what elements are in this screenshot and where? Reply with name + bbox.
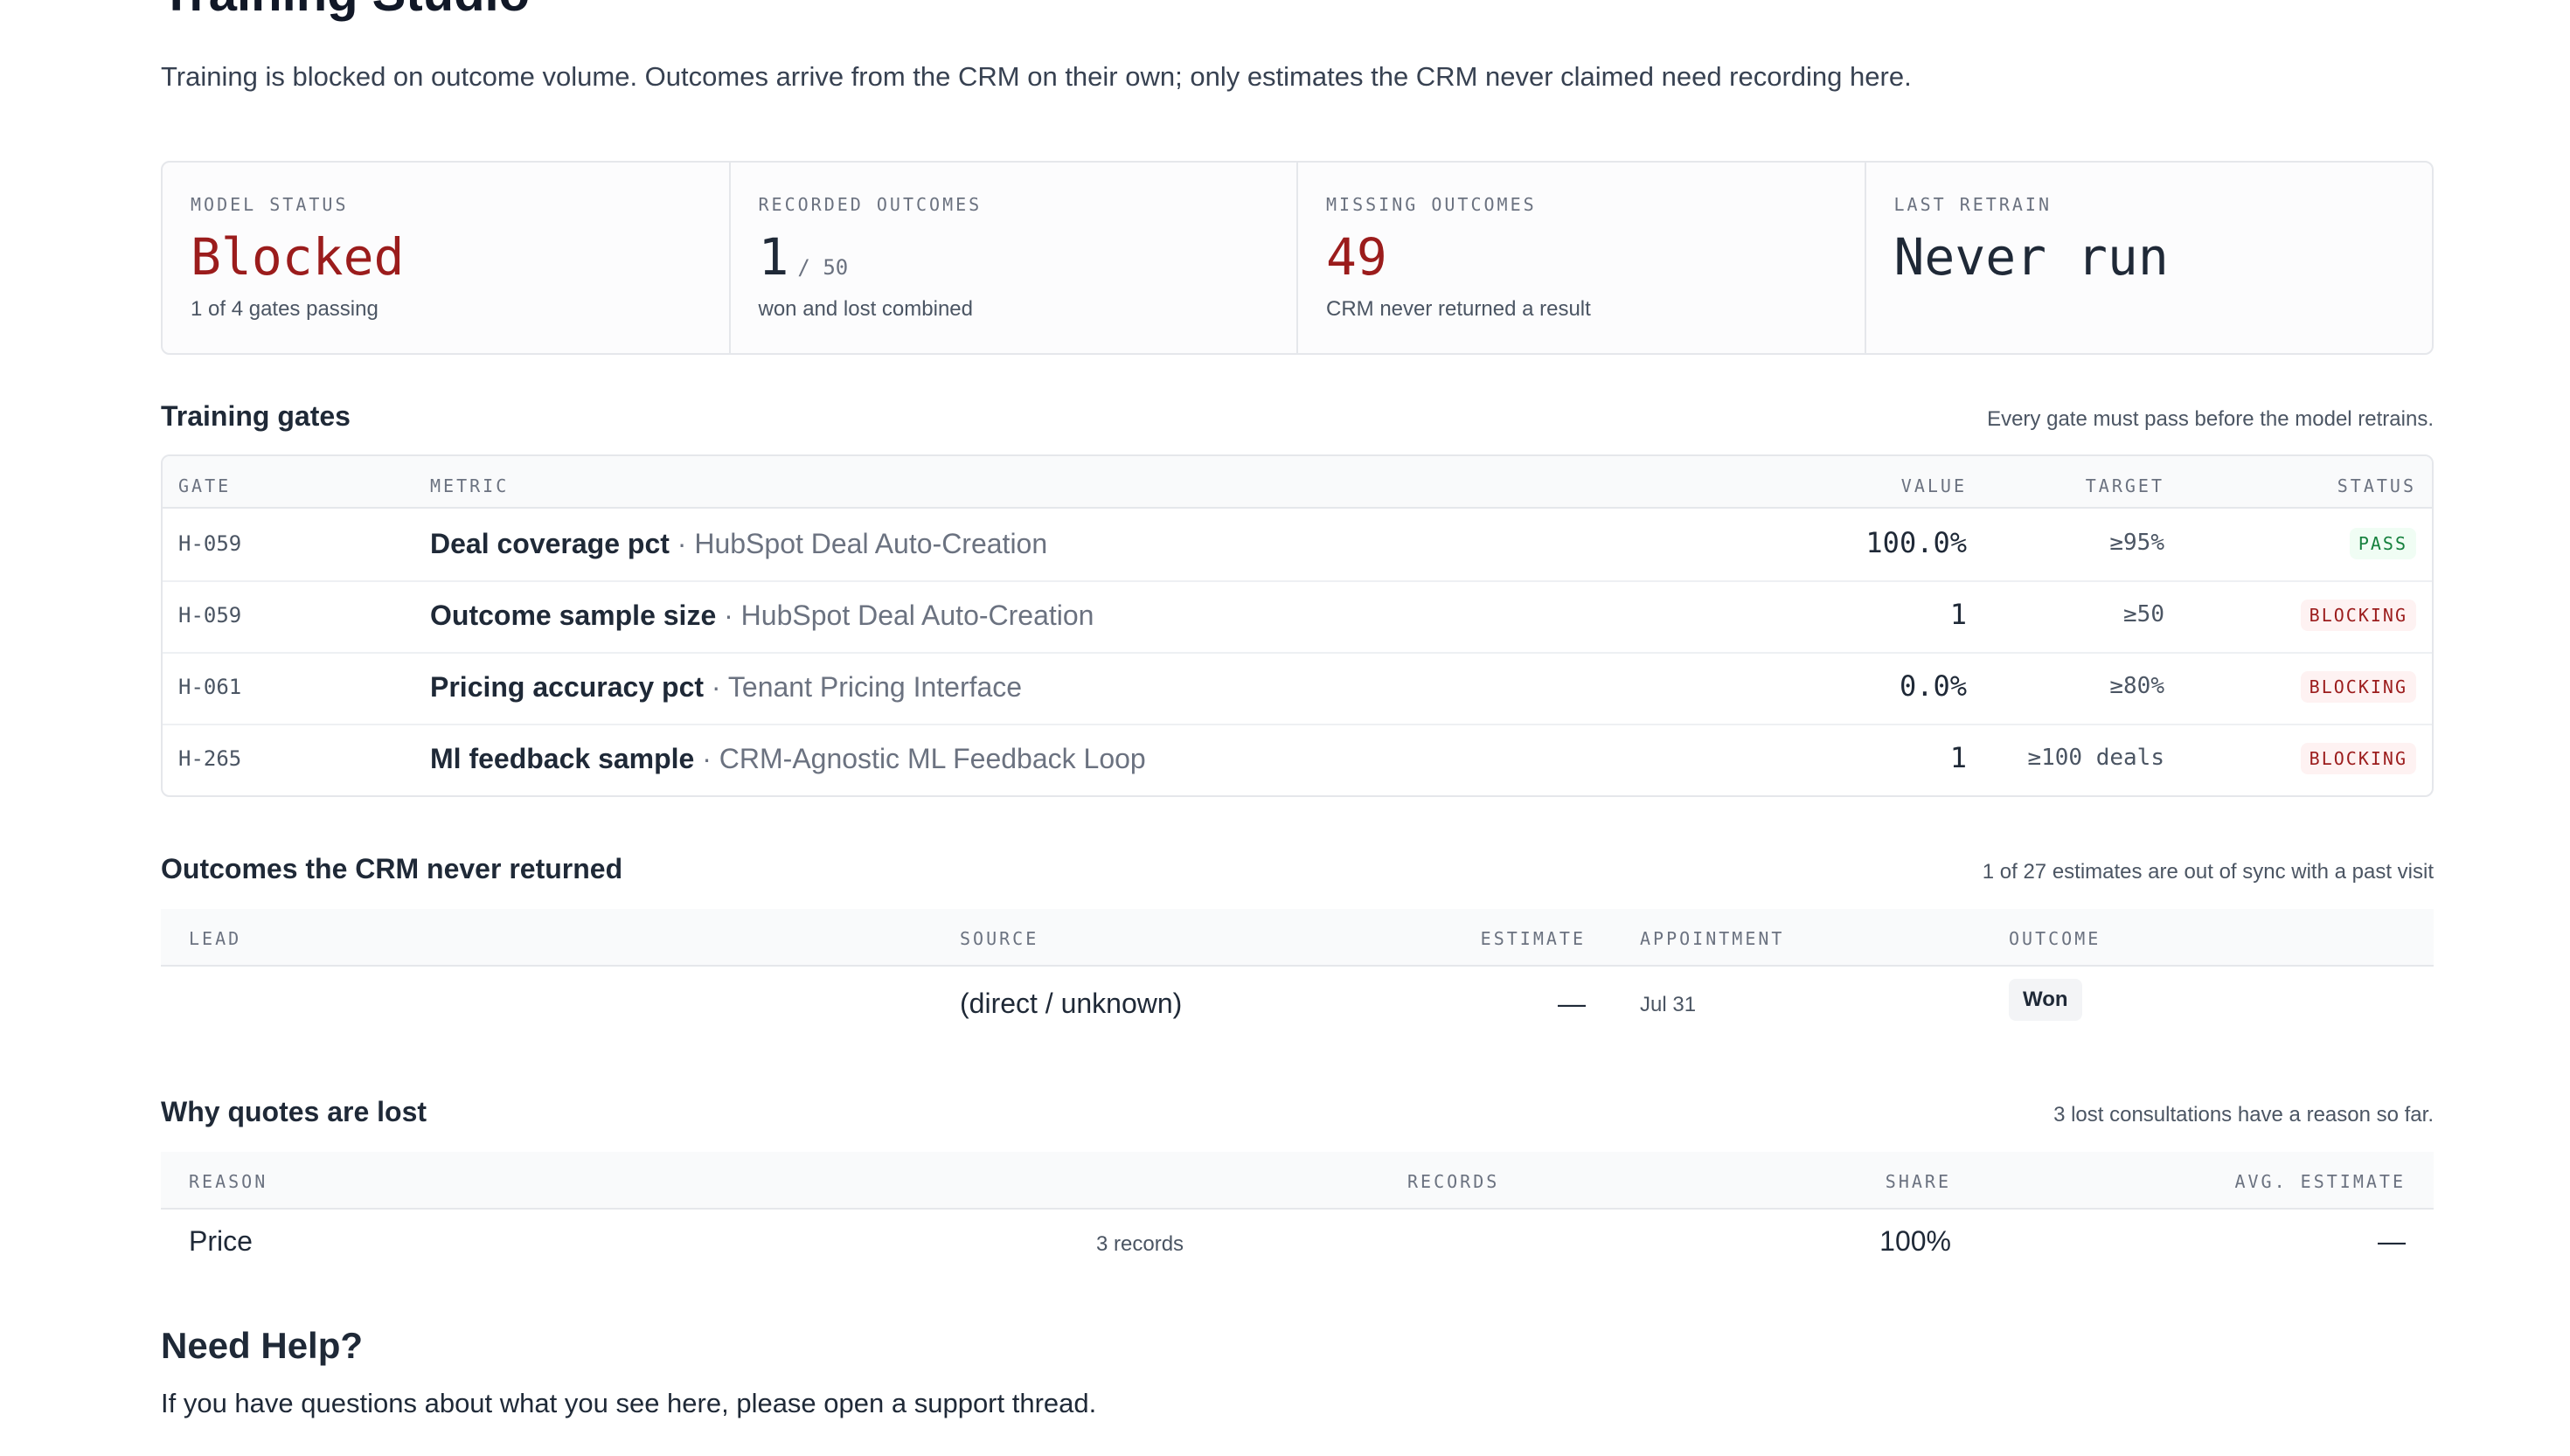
metric-source: · Tenant Pricing Interface — [711, 671, 1023, 703]
status-badge: BLOCKING — [2300, 671, 2416, 703]
gate-id: H-061 — [178, 675, 242, 699]
col-outcome: OUTCOME — [2009, 928, 2101, 949]
gate-metric: Outcome sample size · HubSpot Deal Auto-… — [430, 600, 1094, 632]
lead-source: (direct / unknown) — [960, 988, 1183, 1019]
page-title: Training Studio — [161, 0, 530, 19]
kpi-value: 1 / 50 — [759, 229, 849, 295]
reasons-section-note: 3 lost consultations have a reason so fa… — [2053, 1103, 2434, 1127]
estimate-value: — — [1558, 988, 1586, 1019]
gates-section-title: Training gates — [161, 400, 351, 432]
gate-value: 1 — [1949, 598, 1967, 631]
appointment-date: Jul 31 — [1640, 993, 1697, 1016]
col-metric: METRIC — [430, 475, 510, 496]
training-studio-page: Training Studio Training is blocked on o… — [0, 0, 2570, 1456]
kpi-value-text: 49 — [1326, 227, 1387, 287]
metric-source: · CRM-Agnostic ML Feedback Loop — [702, 743, 1146, 774]
col-status: STATUS — [2337, 475, 2416, 496]
metric-name: Pricing accuracy pct — [430, 671, 705, 703]
kpi-subtext: CRM never returned a result — [1326, 297, 1591, 321]
gate-id: H-059 — [178, 531, 242, 556]
kpi-cards: MODEL STATUS Blocked 1 of 4 gates passin… — [161, 161, 2434, 355]
metric-source: · HubSpot Deal Auto-Creation — [677, 528, 1048, 559]
col-value: VALUE — [1900, 475, 1967, 496]
outcome-won-button[interactable]: Won — [2009, 979, 2082, 1021]
gate-value: 0.0% — [1899, 669, 1967, 703]
status-badge: BLOCKING — [2300, 743, 2416, 774]
help-text: If you have questions about what you see… — [161, 1388, 1097, 1418]
col-records: RECORDS — [1407, 1171, 1500, 1192]
kpi-unit: / 50 — [797, 255, 849, 280]
col-reason: REASON — [189, 1171, 268, 1192]
reason-name: Price — [189, 1225, 253, 1257]
kpi-value-text: Blocked — [191, 227, 405, 287]
col-gate: GATE — [178, 475, 232, 496]
reason-share: 100% — [1879, 1225, 1951, 1257]
gate-target: ≥100 deals — [2027, 745, 2164, 771]
metric-source: · HubSpot Deal Auto-Creation — [724, 600, 1094, 631]
gate-value: 1 — [1949, 741, 1967, 774]
col-lead: LEAD — [189, 928, 242, 949]
gate-value: 100.0% — [1865, 526, 1967, 559]
kpi-missing-outcomes: MISSING OUTCOMES 49 CRM never returned a… — [1298, 163, 1866, 353]
col-avg-estimate: AVG. ESTIMATE — [2234, 1171, 2406, 1192]
reason-avg-estimate: — — [2378, 1225, 2406, 1257]
kpi-value: Blocked — [191, 229, 404, 285]
table-row[interactable]: (direct / unknown) — Jul 31 Won — [161, 967, 2434, 1040]
kpi-subtext: won and lost combined — [758, 297, 973, 321]
table-row[interactable]: H-061 Pricing accuracy pct · Tenant Pric… — [163, 652, 2432, 725]
gates-table-header: GATE METRIC VALUE TARGET STATUS — [163, 456, 2432, 509]
gate-metric: Ml feedback sample · CRM-Agnostic ML Fee… — [430, 743, 1146, 775]
gate-target: ≥50 — [2123, 601, 2164, 627]
reasons-section-title: Why quotes are lost — [161, 1096, 427, 1127]
kpi-last-retrain: LAST RETRAIN Never run — [1866, 163, 2433, 353]
metric-name: Deal coverage pct — [430, 528, 670, 559]
help-title: Need Help? — [161, 1325, 364, 1366]
outcomes-table-header: LEAD SOURCE ESTIMATE APPOINTMENT OUTCOME — [161, 909, 2434, 967]
kpi-value: 49 — [1326, 229, 1387, 285]
outcomes-section-title: Outcomes the CRM never returned — [161, 853, 623, 884]
table-row: Price 3 records 100% — — [161, 1210, 2434, 1283]
kpi-value-text: 1 — [758, 227, 789, 287]
col-estimate: ESTIMATE — [1480, 928, 1586, 949]
col-appointment: APPOINTMENT — [1640, 928, 1785, 949]
status-badge: PASS — [2349, 528, 2416, 559]
gate-metric: Pricing accuracy pct · Tenant Pricing In… — [430, 671, 1022, 704]
kpi-label: LAST RETRAIN — [1893, 194, 2052, 215]
table-row[interactable]: H-059 Outcome sample size · HubSpot Deal… — [163, 580, 2432, 654]
table-row[interactable]: H-059 Deal coverage pct · HubSpot Deal A… — [163, 509, 2432, 582]
gates-section-note: Every gate must pass before the model re… — [1987, 407, 2434, 431]
kpi-label: MODEL STATUS — [191, 194, 349, 215]
col-share: SHARE — [1885, 1171, 1951, 1192]
gates-table: GATE METRIC VALUE TARGET STATUS H-059 De… — [161, 454, 2434, 797]
gate-id: H-265 — [178, 746, 242, 771]
kpi-subtext: 1 of 4 gates passing — [191, 297, 379, 321]
reasons-table-header: REASON RECORDS SHARE AVG. ESTIMATE — [161, 1152, 2434, 1210]
kpi-label: MISSING OUTCOMES — [1326, 194, 1537, 215]
metric-name: Outcome sample size — [430, 600, 717, 631]
gate-id: H-059 — [178, 603, 242, 627]
kpi-recorded-outcomes: RECORDED OUTCOMES 1 / 50 won and lost com… — [731, 163, 1298, 353]
kpi-value: Never run — [1894, 229, 2169, 285]
reason-records: 3 records — [1096, 1232, 1184, 1256]
col-target: TARGET — [2085, 475, 2164, 496]
metric-name: Ml feedback sample — [430, 743, 695, 774]
status-badge: BLOCKING — [2300, 600, 2416, 631]
page-intro: Training is blocked on outcome volume. O… — [161, 61, 1912, 92]
kpi-model-status: MODEL STATUS Blocked 1 of 4 gates passin… — [163, 163, 731, 353]
gate-metric: Deal coverage pct · HubSpot Deal Auto-Cr… — [430, 528, 1047, 560]
col-source: SOURCE — [960, 928, 1039, 949]
table-row[interactable]: H-265 Ml feedback sample · CRM-Agnostic … — [163, 724, 2432, 795]
gate-target: ≥80% — [2109, 673, 2164, 699]
outcomes-section-note: 1 of 27 estimates are out of sync with a… — [1982, 860, 2434, 884]
kpi-label: RECORDED OUTCOMES — [758, 194, 983, 215]
gate-target: ≥95% — [2109, 530, 2164, 556]
kpi-value-text: Never run — [1893, 227, 2169, 287]
